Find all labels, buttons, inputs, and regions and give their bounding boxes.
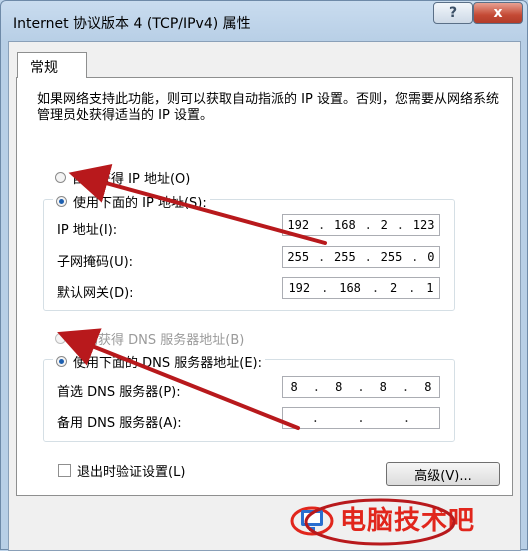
octet: 2 [380, 218, 388, 232]
auto-dns-radio[interactable]: 自动获得 DNS 服务器地址(B) [55, 329, 244, 348]
default-gateway-label: 默认网关(D): [57, 286, 134, 301]
radio-circle-disabled [55, 333, 66, 344]
validate-on-exit-checkbox[interactable]: 退出时验证设置(L) [58, 461, 185, 480]
alternate-dns-input[interactable]: . . . [282, 407, 440, 429]
octet: 123 [412, 218, 435, 232]
auto-ip-radio[interactable]: 自动获得 IP 地址(O) [55, 168, 190, 187]
preferred-dns-label: 首选 DNS 服务器(P): [57, 385, 181, 400]
octet: 8 [290, 380, 298, 394]
auto-dns-label: 自动获得 DNS 服务器地址(B) [72, 333, 245, 348]
window-title: Internet 协议版本 4 (TCP/IPv4) 属性 [13, 16, 251, 32]
watermark-monitor-icon [290, 506, 334, 535]
octet: 2 [389, 281, 398, 295]
manual-ip-label: 使用下面的 IP 地址(S): [73, 196, 207, 211]
octet: 1 [426, 281, 434, 295]
octet: 192 [288, 281, 311, 295]
preferred-dns-input[interactable]: 8. 8. 8. 8 [282, 376, 440, 398]
octet: 8 [424, 380, 432, 394]
manual-ip-radio[interactable]: 使用下面的 IP 地址(S): [53, 192, 210, 211]
octet: 192 [287, 218, 310, 232]
octet: 8 [379, 380, 387, 394]
description-text: 如果网络支持此功能，则可以获取自动指派的 IP 设置。否则，您需要从网络系统管理… [37, 92, 499, 123]
help-button[interactable]: ? [433, 2, 473, 24]
alternate-dns-label: 备用 DNS 服务器(A): [57, 416, 182, 431]
close-icon: x [493, 5, 503, 21]
subnet-mask-label: 子网掩码(U): [57, 255, 134, 270]
ip-address-label: IP 地址(I): [57, 223, 118, 238]
radio-circle-selected [56, 356, 67, 367]
advanced-button[interactable]: 高级(V)... [386, 462, 500, 486]
manual-dns-radio[interactable]: 使用下面的 DNS 服务器地址(E): [53, 352, 265, 371]
radio-circle [55, 172, 66, 183]
subnet-mask-input[interactable]: 255. 255. 255. 0 [282, 246, 440, 268]
watermark-logo: 电脑技术吧 [290, 500, 475, 537]
ip-address-input[interactable]: 192. 168. 2. 123 [282, 214, 440, 236]
octet: 8 [335, 380, 343, 394]
default-gateway-input[interactable]: 192. 168. 2. 1 [282, 277, 440, 299]
auto-ip-label: 自动获得 IP 地址(O) [72, 172, 191, 187]
radio-circle-selected [56, 196, 67, 207]
watermark-text: 电脑技术吧 [340, 506, 476, 536]
close-button[interactable]: x [473, 2, 523, 24]
octet: 255 [380, 250, 403, 264]
octet: 168 [339, 281, 361, 295]
title-bar[interactable]: Internet 协议版本 4 (TCP/IPv4) 属性 ? x [1, 1, 527, 41]
help-icon: ? [448, 5, 458, 21]
octet: 255 [334, 250, 356, 264]
octet: 168 [334, 218, 356, 232]
tab-label: 常规 [30, 60, 58, 76]
tab-general[interactable]: 常规 [17, 52, 87, 78]
octet: 0 [427, 250, 435, 264]
checkbox-box [58, 464, 71, 477]
validate-on-exit-label: 退出时验证设置(L) [77, 465, 186, 480]
octet: 255 [287, 250, 310, 264]
manual-dns-label: 使用下面的 DNS 服务器地址(E): [73, 356, 262, 371]
